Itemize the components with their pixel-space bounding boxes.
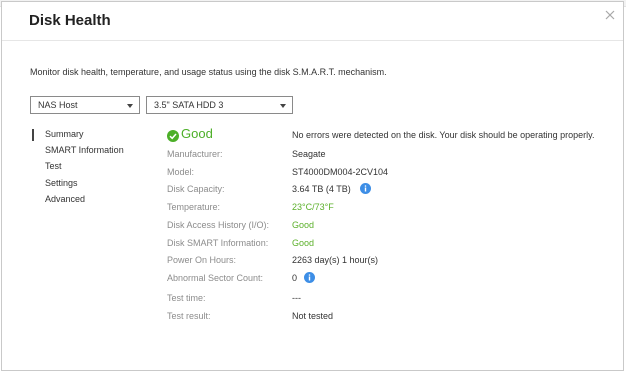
- disk-capacity-value: 3.64 TB (4 TB): [292, 184, 351, 194]
- nav-item-label: Test: [45, 161, 62, 171]
- close-icon[interactable]: [603, 8, 617, 22]
- nav-item-label: Advanced: [45, 194, 86, 204]
- test-result-value: Not tested: [292, 311, 334, 321]
- disk-smart-information-value: Good: [292, 238, 315, 248]
- nav-item-test[interactable]: Test: [32, 160, 142, 174]
- chevron-down-icon: [280, 104, 286, 108]
- info-icon[interactable]: [360, 183, 371, 194]
- disk-smart-information-label: Disk SMART Information:: [167, 238, 269, 248]
- temperature-label: Temperature:: [167, 202, 221, 212]
- disk-select-value: 3.5" SATA HDD 3: [154, 100, 224, 110]
- chevron-down-icon: [127, 104, 133, 108]
- nav-item-advanced[interactable]: Advanced: [32, 193, 142, 207]
- test-result-label: Test result:: [167, 311, 211, 321]
- disk-access-history-value: Good: [292, 220, 315, 230]
- check-circle-icon: [167, 130, 179, 142]
- dialog-description: Monitor disk health, temperature, and us…: [30, 67, 387, 77]
- host-select-value: NAS Host: [38, 100, 78, 110]
- power-on-hours-value: 2263 day(s) 1 hour(s): [292, 255, 379, 265]
- nav-item-settings[interactable]: Settings: [32, 177, 142, 191]
- test-time-label: Test time:: [167, 293, 206, 303]
- status-message: No errors were detected on the disk. You…: [292, 130, 595, 140]
- status-label: Good: [181, 126, 213, 141]
- disk-access-history-label: Disk Access History (I/O):: [167, 220, 270, 230]
- host-select[interactable]: NAS Host: [30, 96, 140, 114]
- manufacturer-label: Manufacturer:: [167, 149, 223, 159]
- disk-capacity-label: Disk Capacity:: [167, 184, 225, 194]
- nav-item-label: Settings: [45, 178, 78, 188]
- disk-health-dialog: Disk Health Monitor disk health, tempera…: [1, 1, 624, 371]
- info-icon[interactable]: [304, 272, 315, 283]
- temperature-value: 23°C/73°F: [292, 202, 334, 212]
- active-indicator: [32, 129, 34, 141]
- manufacturer-value: Seagate: [292, 149, 326, 159]
- nav-item-smart-information[interactable]: SMART Information: [32, 144, 142, 158]
- test-time-value: ---: [292, 293, 301, 303]
- dialog-title: Disk Health: [29, 12, 111, 29]
- nav-item-label: Summary: [45, 129, 84, 139]
- disk-select[interactable]: 3.5" SATA HDD 3: [146, 96, 293, 114]
- model-label: Model:: [167, 167, 195, 177]
- model-value: ST4000DM004-2CV104: [292, 167, 389, 177]
- power-on-hours-label: Power On Hours:: [167, 255, 237, 265]
- nav-item-label: SMART Information: [45, 145, 124, 155]
- nav-item-summary[interactable]: Summary: [32, 128, 142, 142]
- abnormal-sector-count-label: Abnormal Sector Count:: [167, 273, 264, 283]
- dialog-header: Disk Health: [2, 2, 623, 41]
- abnormal-sector-count-value: 0: [292, 273, 298, 283]
